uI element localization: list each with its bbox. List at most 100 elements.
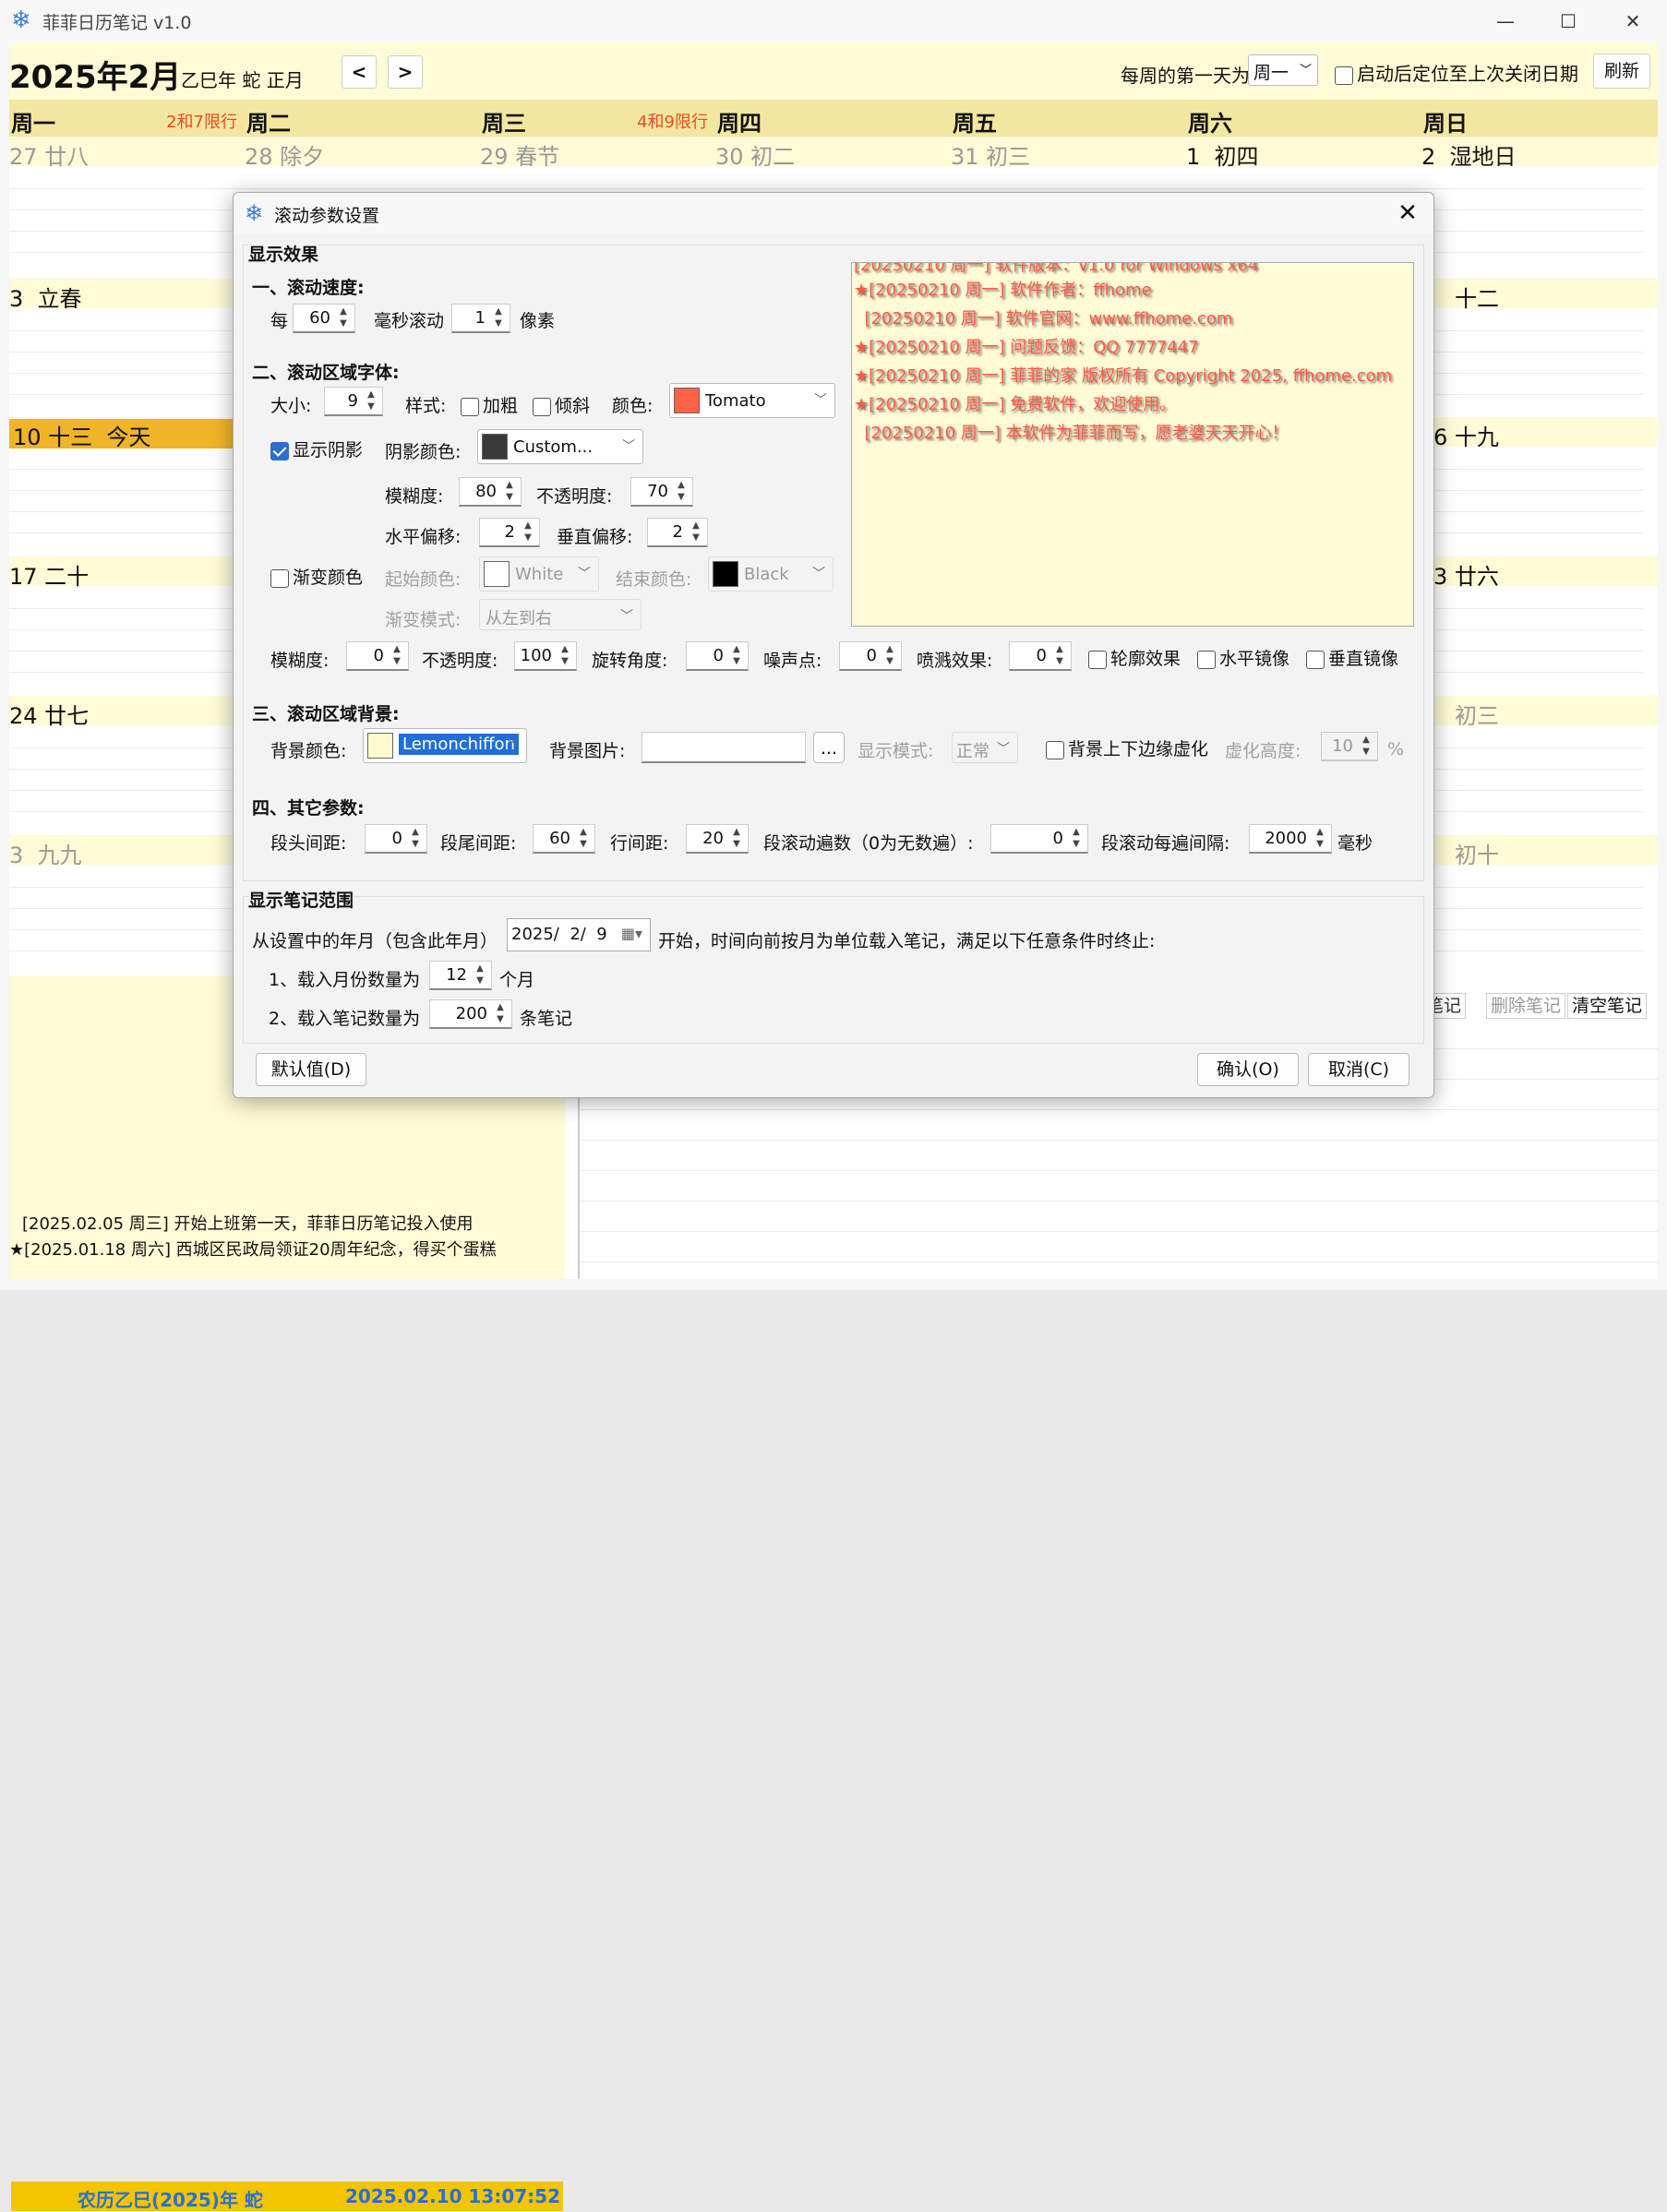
h-offset-stepper[interactable]: 2 ▲ ▼ — [479, 518, 540, 547]
first-day-select[interactable]: 周一 ﹀ — [1248, 54, 1318, 86]
v-mirror-checkbox[interactable]: 垂直镜像 — [1306, 645, 1398, 670]
interval-value: 2000 — [1265, 829, 1307, 848]
rotate-stepper[interactable]: 0 ▲ ▼ — [686, 641, 749, 671]
checkbox-box[interactable] — [1197, 650, 1216, 669]
noise-stepper[interactable]: 0 ▲ ▼ — [839, 641, 902, 671]
stepper-arrows-icon[interactable]: ▲ ▼ — [1357, 734, 1375, 759]
restore-date-checkbox[interactable]: 启动后定位至上次关闭日期 — [1335, 59, 1578, 86]
end-color-combo[interactable]: Black ﹀ — [708, 556, 834, 592]
shadow-checkbox[interactable]: 显示阴影 — [270, 436, 363, 461]
minimize-button[interactable]: — — [1473, 0, 1538, 42]
calendar-icon[interactable]: ▦▾ — [621, 925, 642, 942]
month-count-stepper[interactable]: 12 ▲ ▼ — [429, 961, 492, 990]
day-cell[interactable]: 29 春节 — [480, 138, 559, 171]
stepper-arrows-icon[interactable]: ▲ ▼ — [406, 826, 425, 852]
interval-stepper[interactable]: 2000 ▲ ▼ — [1249, 824, 1332, 854]
prev-month-button[interactable]: < — [342, 55, 377, 89]
close-button[interactable]: ✕ — [1601, 0, 1665, 42]
ok-button[interactable]: 确认(O) — [1197, 1053, 1299, 1086]
day-cell[interactable]: 十二 — [1455, 281, 1499, 313]
stepper-arrows-icon[interactable]: ▲ ▼ — [727, 826, 746, 852]
start-color-combo[interactable]: White ﹀ — [479, 556, 599, 592]
day-cell[interactable]: 初十 — [1455, 837, 1499, 869]
maximize-button[interactable]: ☐ — [1536, 0, 1601, 42]
shadow-opacity-stepper[interactable]: 70 ▲ ▼ — [630, 477, 693, 507]
checkbox-box[interactable] — [461, 397, 479, 416]
para-bottom-stepper[interactable]: 60 ▲ ▼ — [533, 824, 595, 854]
bg-color-combo[interactable]: Lemonchiffon ﹀ — [363, 728, 527, 763]
splash-stepper[interactable]: 0 ▲ ▼ — [1009, 641, 1072, 671]
day-cell[interactable]: 24 廿七 — [9, 698, 89, 730]
font-color-combo[interactable]: Tomato ﹀ — [669, 383, 835, 418]
stepper-arrows-icon[interactable]: ▲ ▼ — [672, 479, 690, 505]
h-mirror-checkbox[interactable]: 水平镜像 — [1197, 645, 1289, 670]
display-mode-combo[interactable]: 正常 ﹀ — [952, 732, 1018, 763]
line-spacing-stepper[interactable]: 20 ▲ ▼ — [686, 824, 749, 854]
day-cell[interactable]: 31 初三 — [951, 138, 1030, 171]
fx-blur-stepper[interactable]: 0 ▲ ▼ — [346, 641, 409, 671]
stepper-arrows-icon[interactable]: ▲ ▼ — [489, 305, 508, 331]
stepper-arrows-icon[interactable]: ▲ ▼ — [491, 1001, 510, 1027]
stepper-arrows-icon[interactable]: ▲ ▼ — [1311, 826, 1329, 852]
stepper-arrows-icon[interactable]: ▲ ▼ — [334, 305, 353, 331]
stepper-arrows-icon[interactable]: ▲ ▼ — [881, 643, 899, 669]
day-cell[interactable]: 28 除夕 — [245, 138, 324, 171]
font-size-stepper[interactable]: 9 ▲ ▼ — [324, 387, 383, 416]
day-cell[interactable]: 3 九九 — [9, 837, 82, 869]
gradient-mode-combo[interactable]: 从左到右 ﹀ — [479, 599, 642, 630]
v-offset-stepper[interactable]: 2 ▲ ▼ — [647, 518, 708, 547]
edge-blur-checkbox[interactable]: 背景上下边缘虚化 — [1046, 735, 1208, 760]
cancel-button[interactable]: 取消(C) — [1308, 1053, 1409, 1086]
bold-checkbox[interactable]: 加粗 — [461, 392, 518, 417]
checkbox-box[interactable] — [270, 441, 289, 460]
day-cell[interactable]: 2 湿地日 — [1421, 138, 1517, 171]
stepper-arrows-icon[interactable]: ▲ ▼ — [574, 826, 593, 852]
clear-notes-button[interactable]: 清空笔记 — [1567, 993, 1648, 1019]
stepper-arrows-icon[interactable]: ▲ ▼ — [687, 520, 705, 545]
para-top-stepper[interactable]: 0 ▲ ▼ — [365, 824, 427, 854]
today-cell[interactable]: 10 十三 今天 — [9, 419, 234, 451]
refresh-button[interactable]: 刷新 — [1593, 54, 1650, 89]
bg-image-input[interactable] — [642, 732, 806, 763]
delete-note-button[interactable]: 删除笔记 — [1486, 993, 1566, 1019]
stepper-arrows-icon[interactable]: ▲ ▼ — [727, 643, 746, 669]
gradient-checkbox[interactable]: 渐变颜色 — [270, 564, 363, 589]
stepper-arrows-icon[interactable]: ▲ ▼ — [1067, 826, 1085, 852]
repeat-stepper[interactable]: 0 ▲ ▼ — [990, 824, 1088, 854]
checkbox-box[interactable] — [1306, 650, 1325, 669]
day-cell[interactable]: 3 立春 — [9, 281, 82, 313]
checkbox-box[interactable] — [270, 568, 289, 588]
day-cell[interactable]: 1 初四 — [1186, 138, 1259, 171]
next-month-button[interactable]: > — [388, 55, 423, 89]
stepper-arrows-icon[interactable]: ▲ ▼ — [388, 643, 406, 669]
day-cell[interactable]: 27 廿八 — [9, 138, 89, 171]
stepper-arrows-icon[interactable]: ▲ ▼ — [1050, 643, 1069, 669]
default-button[interactable]: 默认值(D) — [256, 1053, 366, 1086]
checkbox-box[interactable] — [1046, 740, 1064, 759]
checkbox-box[interactable] — [1088, 650, 1107, 669]
fx-opacity-stepper[interactable]: 100 ▲ ▼ — [514, 641, 577, 671]
checkbox-box[interactable] — [533, 397, 551, 416]
ms-stepper[interactable]: 60 ▲ ▼ — [293, 304, 355, 333]
day-cell[interactable]: 6 十九 — [1433, 419, 1499, 451]
shadow-color-combo[interactable]: Custom... ﹀ — [477, 429, 643, 464]
blur-height-stepper[interactable]: 10 ▲ ▼ — [1321, 732, 1378, 761]
browse-button[interactable]: ... — [813, 732, 845, 763]
dialog-close-button[interactable]: ✕ — [1391, 197, 1424, 230]
outline-checkbox[interactable]: 轮廓效果 — [1088, 645, 1181, 670]
day-cell[interactable]: 3 廿六 — [1433, 558, 1499, 591]
day-cell[interactable]: 17 二十 — [9, 558, 89, 591]
stepper-arrows-icon[interactable]: ▲ ▼ — [500, 479, 519, 505]
px-stepper[interactable]: 1 ▲ ▼ — [451, 304, 510, 333]
day-cell[interactable]: 30 初二 — [715, 138, 795, 171]
day-cell[interactable]: 初三 — [1455, 698, 1499, 730]
stepper-arrows-icon[interactable]: ▲ ▼ — [362, 389, 380, 414]
shadow-blur-stepper[interactable]: 80 ▲ ▼ — [459, 477, 522, 507]
start-date-picker[interactable]: 2025/ 2/ 9 ▦▾ — [507, 918, 651, 951]
stepper-arrows-icon[interactable]: ▲ ▼ — [556, 643, 574, 669]
stepper-arrows-icon[interactable]: ▲ ▼ — [471, 963, 489, 988]
note-count-stepper[interactable]: 200 ▲ ▼ — [429, 999, 512, 1029]
italic-checkbox[interactable]: 倾斜 — [533, 392, 590, 417]
checkbox-box[interactable] — [1335, 66, 1353, 85]
stepper-arrows-icon[interactable]: ▲ ▼ — [519, 520, 537, 545]
